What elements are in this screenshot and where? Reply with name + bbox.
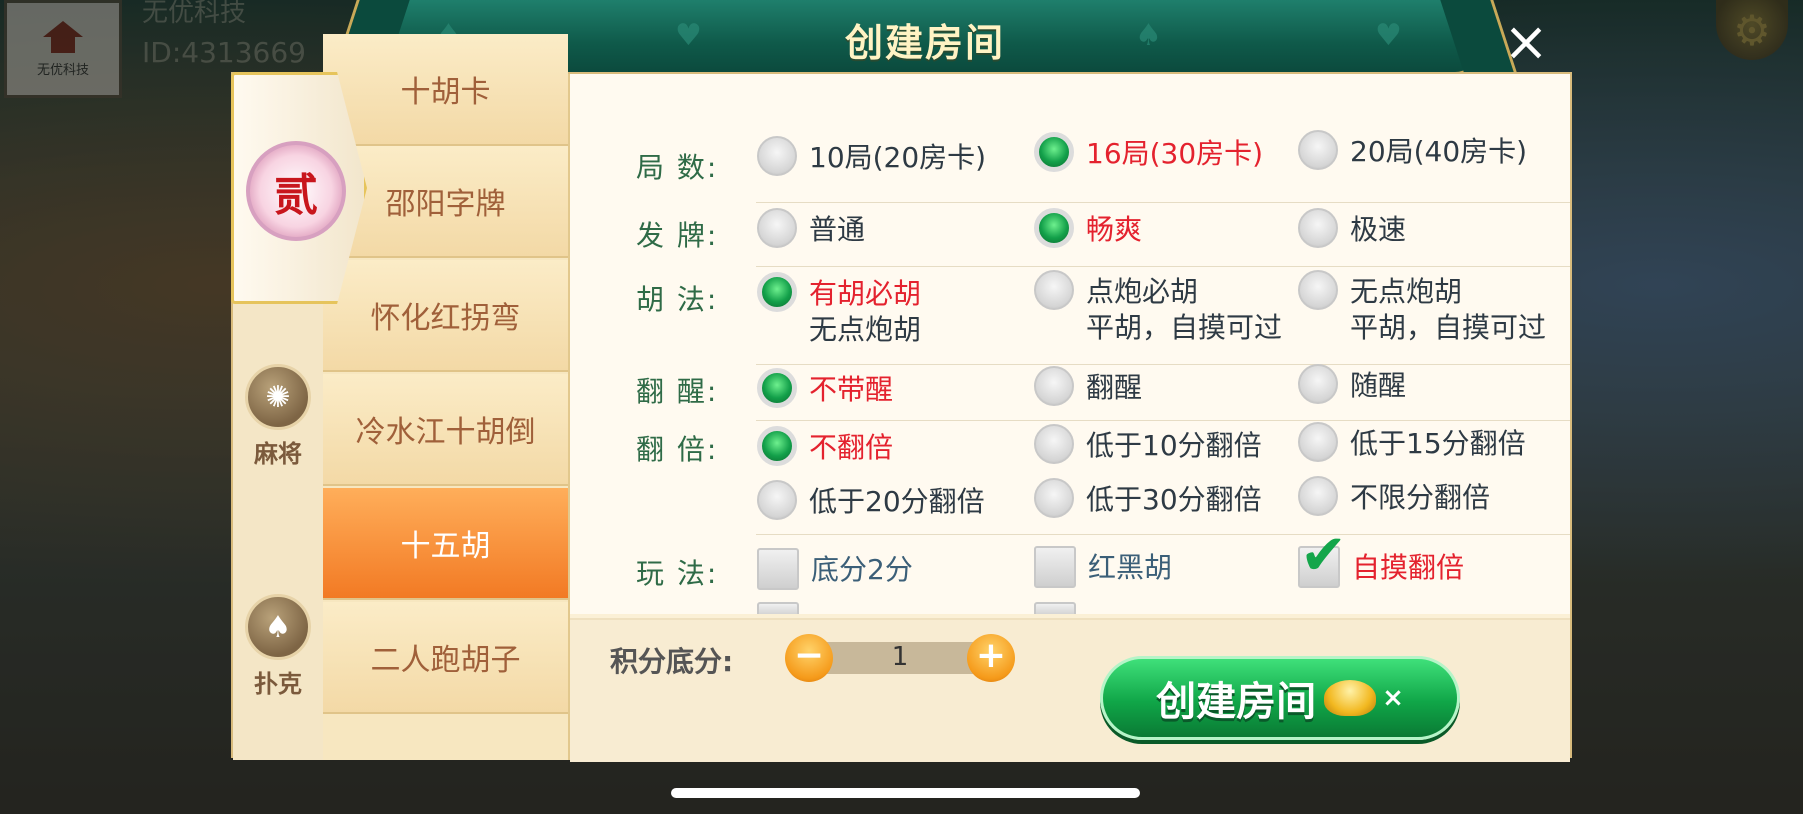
hu-option[interactable]: 有胡必胡 无点炮胡	[757, 272, 921, 348]
xing-option[interactable]: 随醒	[1298, 364, 1406, 404]
category-tab-mahjong[interactable]: ✺ 麻将	[233, 364, 323, 469]
game-item[interactable]: 二人跑胡子	[323, 602, 568, 714]
game-item[interactable]: 冷水江十胡倒	[323, 374, 568, 486]
multiplier-option[interactable]: 不翻倍	[757, 426, 893, 466]
multiplier-option[interactable]: 低于10分翻倍	[1034, 424, 1262, 464]
rounds-option[interactable]: 20局(40房卡)	[1298, 130, 1527, 170]
score-label: 积分底分:	[610, 645, 734, 678]
xing-label: 翻 醒:	[636, 375, 719, 408]
category-tab-poker[interactable]: ♠ 扑克	[233, 594, 323, 699]
radio-button[interactable]	[1298, 422, 1338, 462]
game-item[interactable]: 十胡卡	[323, 34, 568, 146]
deal-option[interactable]: 普通	[757, 208, 865, 248]
mahjong-icon: ✺	[245, 364, 311, 430]
radio-button[interactable]	[1034, 366, 1074, 406]
rounds-option[interactable]: 10局(20房卡)	[757, 136, 986, 176]
checkbox[interactable]	[757, 548, 799, 590]
deal-option[interactable]: 畅爽	[1034, 208, 1142, 248]
radio-button-selected[interactable]	[1034, 208, 1074, 248]
checkbox[interactable]	[1034, 602, 1076, 614]
play-option[interactable]: 底分2分	[757, 548, 913, 590]
hu-option[interactable]: 点炮必胡 平胡，自摸可过	[1034, 270, 1282, 346]
radio-button[interactable]	[757, 136, 797, 176]
radio-button[interactable]	[757, 480, 797, 520]
checkbox-checked[interactable]: ✔	[1298, 528, 1347, 588]
rule-options: 局 数: 10局(20房卡) 16局(30房卡) 20局(40房卡) 发 牌: …	[570, 74, 1570, 614]
bottom-bar: 积分底分: 1 − + 创建房间 ×	[570, 618, 1570, 762]
radio-button[interactable]	[1298, 130, 1338, 170]
create-room-button[interactable]: 创建房间 ×	[1100, 656, 1460, 740]
play-option[interactable]: 红黑胡	[1034, 546, 1172, 588]
plus-button[interactable]: +	[967, 634, 1015, 682]
medal-icon: 贰	[246, 141, 346, 241]
game-item-selected[interactable]: 十五胡	[323, 488, 568, 600]
category-label: 麻将	[254, 440, 302, 468]
deal-option[interactable]: 极速	[1298, 208, 1406, 248]
radio-button[interactable]	[1034, 270, 1074, 310]
radio-button[interactable]	[1298, 364, 1338, 404]
checkbox[interactable]	[757, 602, 799, 614]
home-indicator[interactable]	[671, 788, 1140, 798]
checkmark-icon: ✔	[1300, 523, 1347, 588]
hu-option[interactable]: 无点炮胡 平胡，自摸可过	[1298, 270, 1546, 346]
checkbox[interactable]	[1034, 546, 1076, 588]
radio-button-selected[interactable]	[1034, 132, 1074, 172]
category-label: 扑克	[254, 670, 302, 698]
gold-ingot-icon	[1324, 680, 1377, 716]
multiplier-option[interactable]: 低于30分翻倍	[1034, 478, 1262, 518]
create-room-panel: ✺ 麻将 ♠ 扑克 十胡卡 邵阳字牌 怀化红拐弯 冷水江十胡倒 十五胡 二人跑胡…	[231, 34, 1572, 762]
radio-button-selected[interactable]	[757, 426, 797, 466]
rounds-option[interactable]: 16局(30房卡)	[1034, 132, 1263, 172]
radio-button-selected[interactable]	[757, 368, 797, 408]
game-item[interactable]: 怀化红拐弯	[323, 260, 568, 372]
create-room-label: 创建房间	[1156, 679, 1317, 725]
spade-icon: ♠	[245, 594, 311, 660]
multiplier-option[interactable]: 不限分翻倍	[1298, 476, 1490, 516]
multiplier-option[interactable]: 低于15分翻倍	[1298, 422, 1526, 462]
play-option[interactable]: ✔ 自摸翻倍	[1298, 528, 1464, 588]
multiplier-label: 翻 倍:	[636, 433, 719, 466]
minus-button[interactable]: −	[785, 634, 833, 682]
xing-option[interactable]: 不带醒	[757, 368, 893, 408]
radio-button[interactable]	[1298, 208, 1338, 248]
radio-button[interactable]	[757, 208, 797, 248]
score-stepper[interactable]: 1 − +	[785, 634, 1015, 682]
radio-button[interactable]	[1298, 270, 1338, 310]
deal-label: 发 牌:	[636, 219, 719, 252]
radio-button[interactable]	[1034, 478, 1074, 518]
radio-button-selected[interactable]	[757, 272, 797, 312]
rounds-label: 局 数:	[636, 151, 719, 184]
play-label: 玩 法:	[636, 557, 719, 590]
radio-button[interactable]	[1298, 476, 1338, 516]
radio-button[interactable]	[1034, 424, 1074, 464]
xing-option[interactable]: 翻醒	[1034, 366, 1142, 406]
hu-label: 胡 法:	[636, 283, 719, 316]
close-button[interactable]: ×	[1498, 14, 1554, 70]
multiplier-option[interactable]: 低于20分翻倍	[757, 480, 985, 520]
cost-suffix: ×	[1382, 683, 1404, 713]
